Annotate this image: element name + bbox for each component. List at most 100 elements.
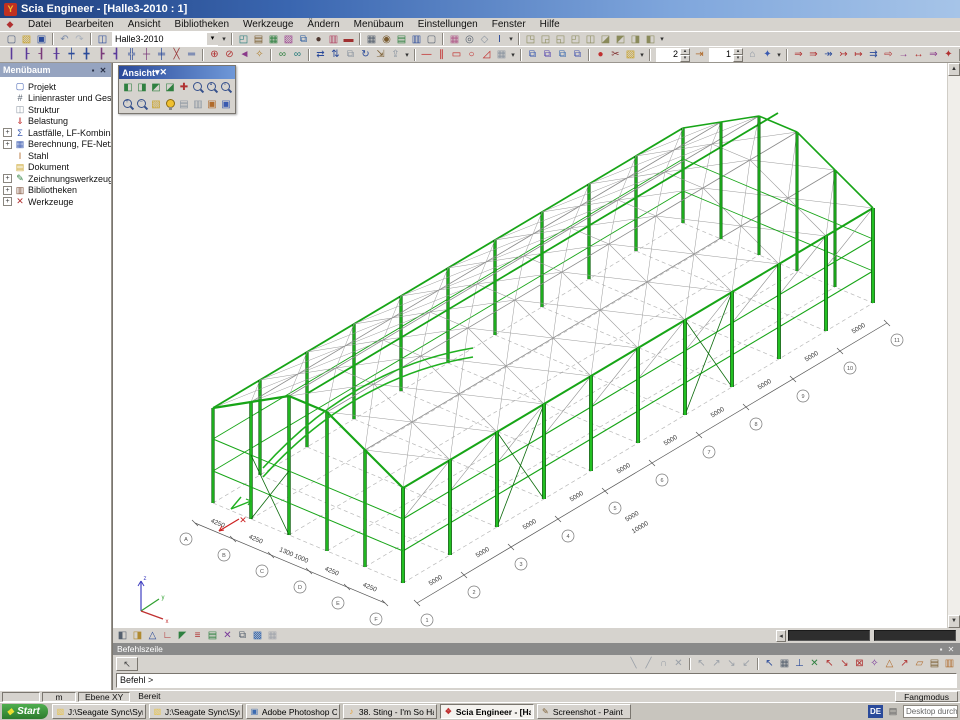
snap-box-icon[interactable]: ⊠: [852, 657, 867, 670]
copy-icon[interactable]: ⇅: [328, 48, 343, 61]
render-icon[interactable]: ●: [311, 33, 326, 46]
load-case-7-icon[interactable]: ⇨: [881, 48, 896, 61]
model-svg[interactable]: 1234567891011500050005000500050005000500…: [113, 63, 948, 628]
select-remove-icon[interactable]: ⊘: [222, 48, 237, 61]
rotate-icon[interactable]: ↻: [358, 48, 373, 61]
light-icon[interactable]: [163, 97, 177, 112]
load-display-icon[interactable]: ≡: [190, 629, 205, 642]
picture-w-icon[interactable]: ▣: [219, 97, 233, 112]
cursor-mode-button[interactable]: ↖: [116, 657, 138, 671]
member-truss-icon[interactable]: ╋: [79, 48, 94, 61]
desktop-search-input[interactable]: Desktop durchsuchen: [903, 705, 958, 718]
mirror-icon[interactable]: ⇲: [373, 48, 388, 61]
snap-endpoint-icon[interactable]: ↖: [822, 657, 837, 670]
copy-model-icon[interactable]: ⧉: [296, 33, 311, 46]
expand-icon[interactable]: +: [3, 197, 12, 206]
user-icon[interactable]: ◇: [477, 33, 492, 46]
load-case-1-icon[interactable]: ⇒: [791, 48, 806, 61]
member-bracing-icon[interactable]: ┿: [64, 48, 79, 61]
ucs-display-icon[interactable]: ✕: [220, 629, 235, 642]
overflow-chevron-icon[interactable]: ▾: [507, 35, 515, 43]
overflow-chevron-icon[interactable]: ▾: [403, 51, 411, 59]
vertical-scrollbar[interactable]: ▲ ▼: [947, 63, 960, 628]
window-view-2-icon[interactable]: ⧉: [540, 48, 555, 61]
pin-icon[interactable]: ▪: [88, 66, 98, 75]
menu-item-datei[interactable]: Datei: [21, 18, 58, 31]
document-icon[interactable]: ▢: [424, 33, 439, 46]
snap-arc-icon[interactable]: ∩: [656, 657, 671, 670]
snap-dir3-icon[interactable]: ↘: [724, 657, 739, 670]
layout-window-1-icon[interactable]: ◳: [523, 33, 538, 46]
clipboard-icon[interactable]: ▥: [409, 33, 424, 46]
snap-intersection-icon[interactable]: ↘: [837, 657, 852, 670]
scroll-down-icon[interactable]: ▼: [948, 615, 960, 628]
preview-icon[interactable]: ◉: [379, 33, 394, 46]
expand-icon[interactable]: +: [3, 174, 12, 183]
sidebar-item-stahl[interactable]: IStahl: [2, 150, 111, 162]
window-view-3-icon[interactable]: ⧉: [555, 48, 570, 61]
snap-dir4-icon[interactable]: ↙: [739, 657, 754, 670]
snap-dir2-icon[interactable]: ↗: [709, 657, 724, 670]
member-subregion-icon[interactable]: ═: [184, 48, 199, 61]
view-axes-icon[interactable]: ✚: [177, 80, 191, 95]
import-icon[interactable]: ▦: [266, 33, 281, 46]
sidebar-item-berechnungfenetz[interactable]: +▦Berechnung, FE-Netz: [2, 139, 111, 151]
load-case-9-icon[interactable]: ↔: [911, 48, 926, 61]
project-manager-icon[interactable]: ◰: [236, 33, 251, 46]
zoom-out-icon[interactable]: −: [135, 97, 149, 112]
member-opening-icon[interactable]: ┼: [139, 48, 154, 61]
menu-item-werkzeuge[interactable]: Werkzeuge: [236, 18, 300, 31]
member-frame-icon[interactable]: ╂: [49, 48, 64, 61]
load-case-2-icon[interactable]: ⇛: [806, 48, 821, 61]
point-icon[interactable]: ●: [593, 48, 608, 61]
colors-icon[interactable]: ▩: [250, 629, 265, 642]
start-button[interactable]: ❖ Start: [2, 704, 48, 719]
scale-spinner[interactable]: 2▴▾: [656, 48, 690, 62]
layout-window-3-icon[interactable]: ◱: [553, 33, 568, 46]
ansicht-toolbar-header[interactable]: Ansicht ▾ ✕: [119, 66, 235, 79]
profile-library-icon[interactable]: I: [492, 33, 507, 46]
menu-item-menbaum[interactable]: Menübaum: [347, 18, 411, 31]
load-case-4-icon[interactable]: ↣: [836, 48, 851, 61]
label-display-icon[interactable]: ▤: [205, 629, 220, 642]
printer-icon[interactable]: ▤: [886, 706, 900, 717]
menu-item-ndern[interactable]: Ändern: [300, 18, 346, 31]
overflow-chevron-icon[interactable]: ▾: [775, 51, 783, 59]
folder-icon[interactable]: ▧: [623, 48, 638, 61]
unit-cell[interactable]: m: [42, 692, 76, 702]
horizontal-scrollbar-left[interactable]: [788, 630, 870, 641]
move-icon[interactable]: ⇄: [313, 48, 328, 61]
language-indicator[interactable]: DE: [868, 705, 883, 718]
draw-rect-icon[interactable]: ▭: [449, 48, 464, 61]
drawing-area[interactable]: 1234567891011500050005000500050005000500…: [112, 63, 960, 628]
select-poly-icon[interactable]: ✧: [252, 48, 267, 61]
snap-tangent-icon[interactable]: △: [882, 657, 897, 670]
cut-icon[interactable]: ✂: [608, 48, 623, 61]
member-column-icon[interactable]: ┃: [4, 48, 19, 61]
zoom-window-icon[interactable]: [191, 80, 205, 95]
member-rib-icon[interactable]: ┨: [34, 48, 49, 61]
snap-settings-icon[interactable]: ▤: [927, 657, 942, 670]
taskbar-task-6[interactable]: ✎Screenshot - Paint: [537, 704, 631, 719]
zoom-in-icon[interactable]: +: [121, 97, 135, 112]
snap-cursor-icon[interactable]: ↖: [762, 657, 777, 670]
view-params-icon[interactable]: ⧉: [235, 629, 250, 642]
snap-delete-icon[interactable]: ✕: [671, 657, 686, 670]
picture-b-icon[interactable]: ▣: [205, 97, 219, 112]
paperspace-icon[interactable]: ▬: [341, 33, 356, 46]
load-case-3-icon[interactable]: ↠: [821, 48, 836, 61]
expand-icon[interactable]: +: [3, 186, 12, 195]
expand-icon[interactable]: +: [3, 128, 12, 137]
load-case-8-icon[interactable]: →: [896, 48, 911, 61]
rendered-icon[interactable]: ◨: [130, 629, 145, 642]
sidebar-item-lastfllelfkombinationen[interactable]: +ΣLastfälle, LF-Kombinationen: [2, 127, 111, 139]
document-menu-icon[interactable]: ◆: [3, 19, 17, 30]
sidebar-item-struktur[interactable]: ◫Struktur: [2, 104, 111, 116]
close-icon[interactable]: ✕: [160, 67, 168, 78]
draw-circle-icon[interactable]: ○: [464, 48, 479, 61]
sidebar-item-dokument[interactable]: ▤Dokument: [2, 162, 111, 174]
visible-all-icon[interactable]: ∞: [275, 48, 290, 61]
scroll-left-icon[interactable]: ◂: [776, 630, 786, 642]
print-view-icon[interactable]: ▤: [177, 97, 191, 112]
redo-icon[interactable]: ↷: [72, 33, 87, 46]
